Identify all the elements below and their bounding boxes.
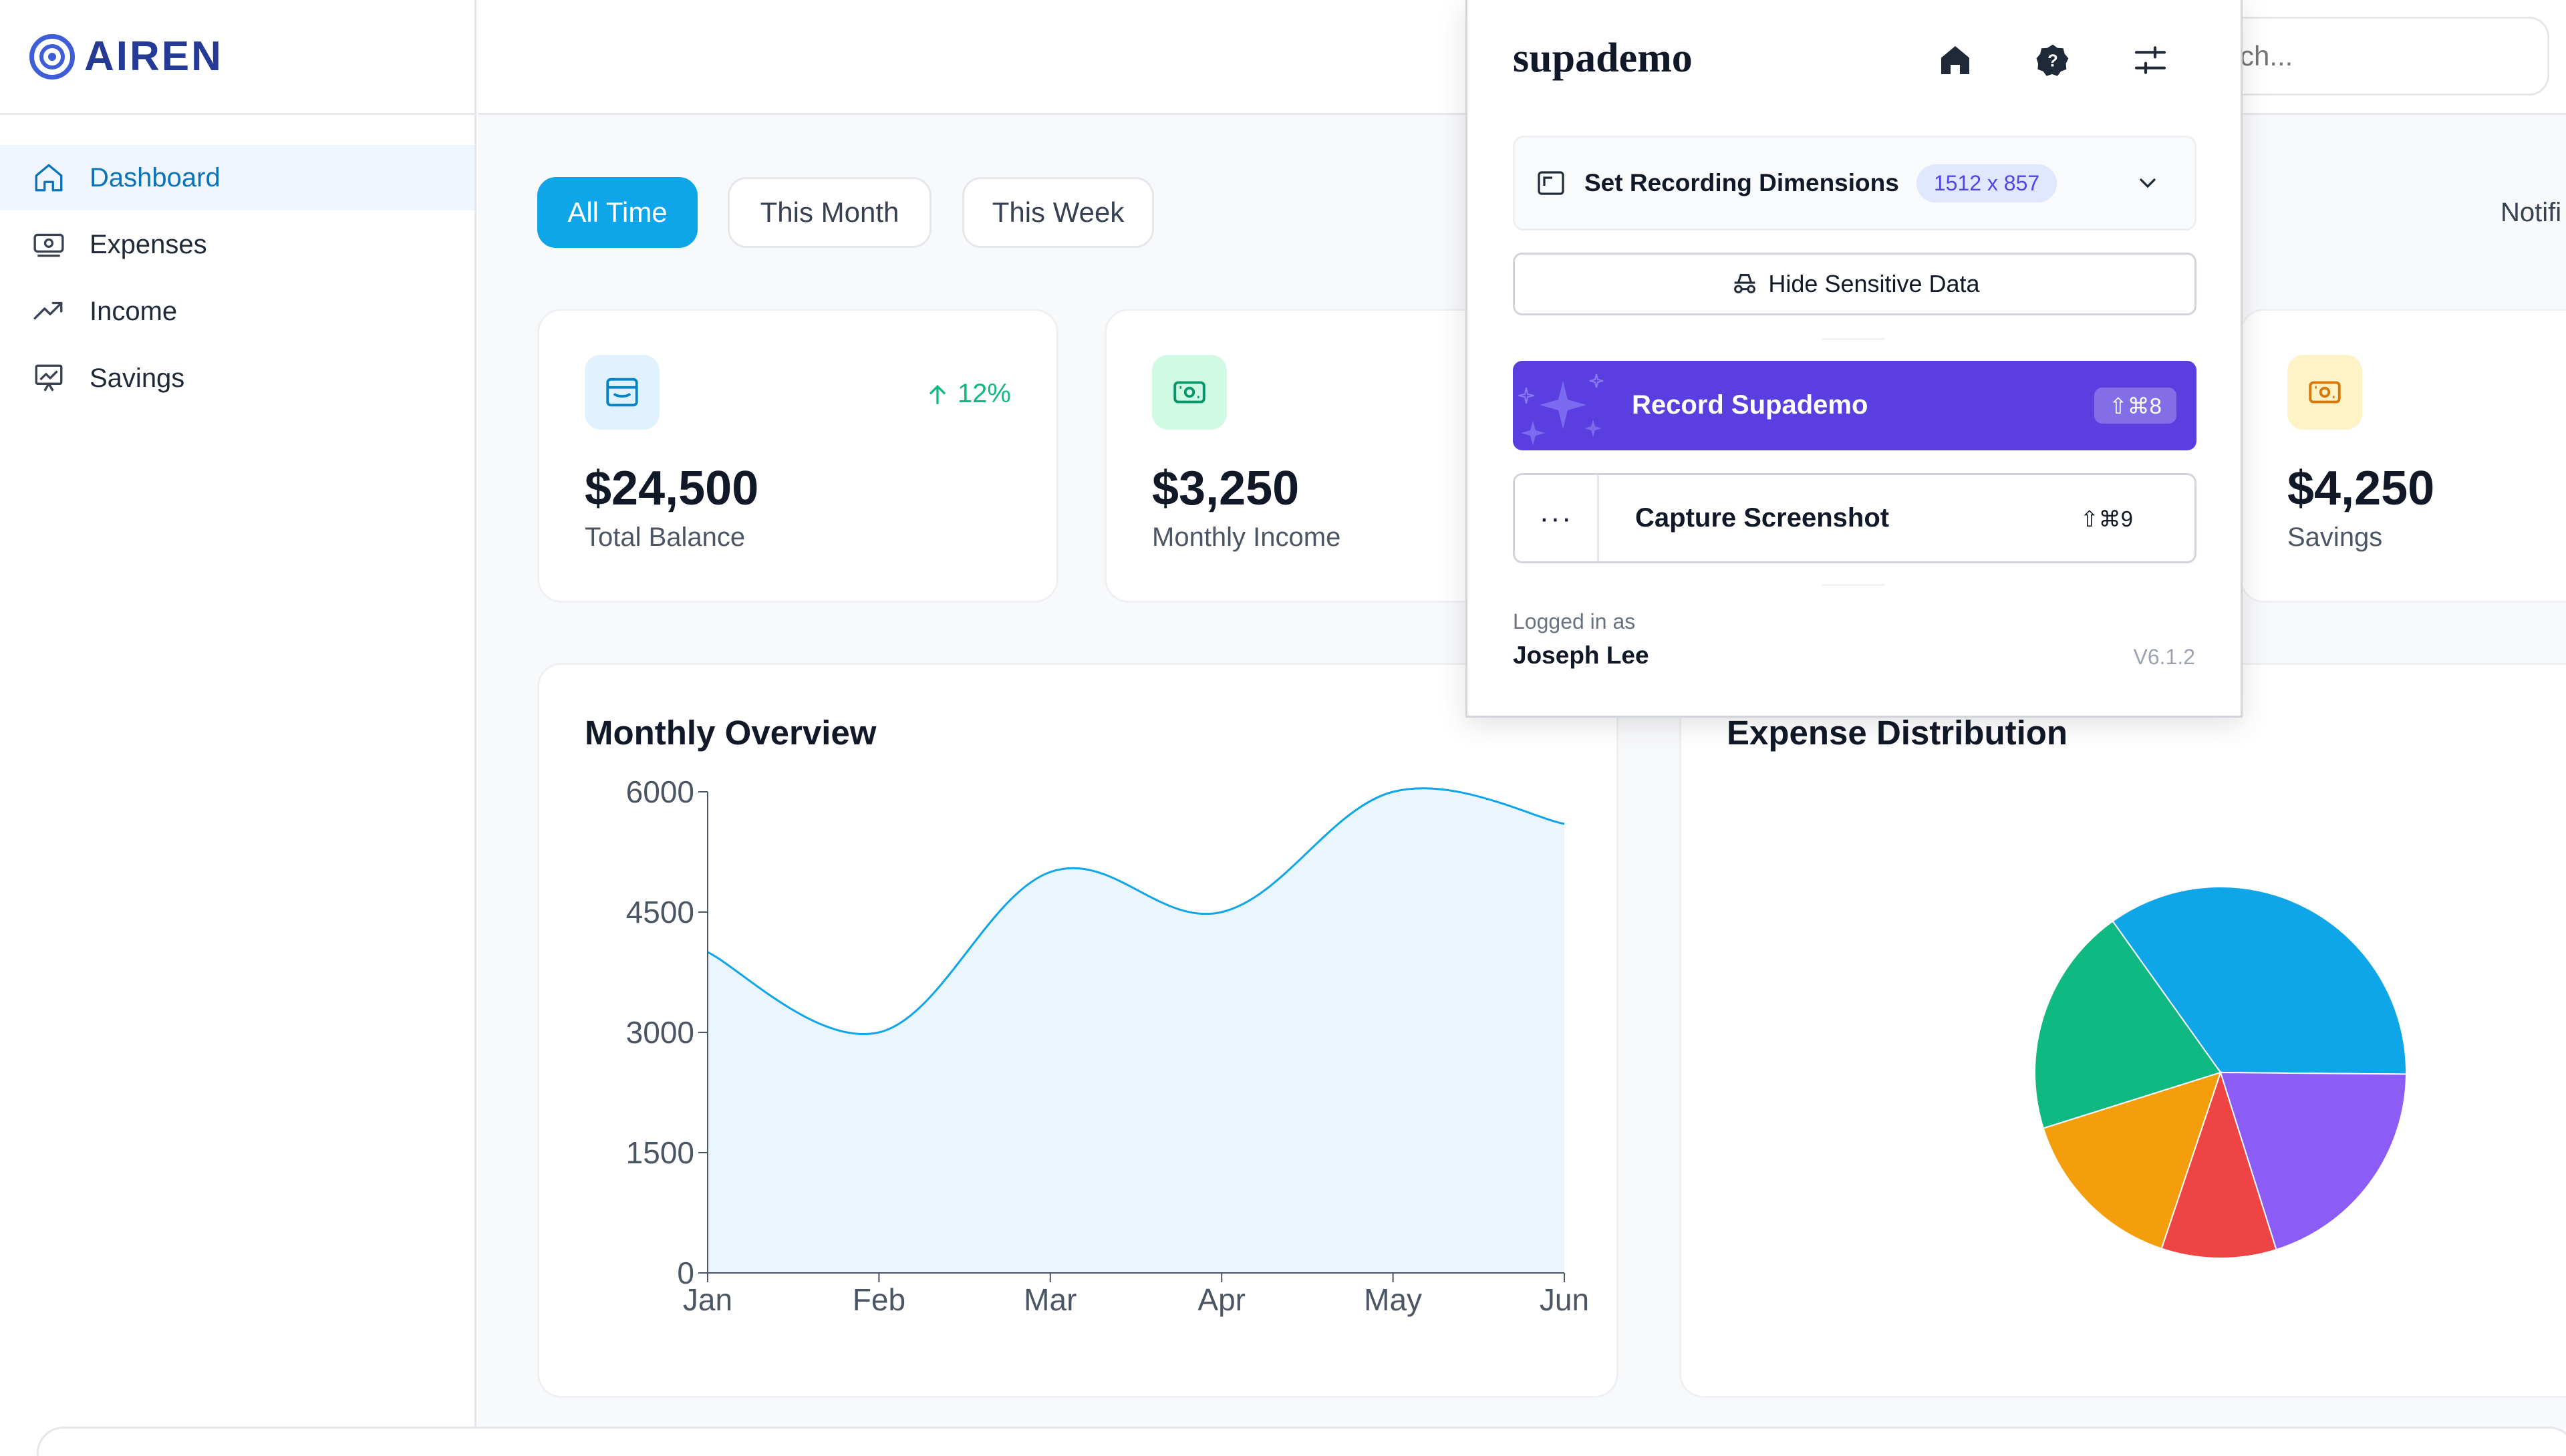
- money-icon-box: [1152, 355, 1227, 430]
- more-options-button[interactable]: ···: [1515, 475, 1599, 561]
- filter-this-week[interactable]: This Week: [962, 177, 1154, 248]
- logged-in-label: Logged in as: [1513, 609, 1636, 633]
- filter-this-month[interactable]: This Month: [728, 177, 932, 248]
- svg-text:?: ?: [2047, 51, 2058, 70]
- resize-icon: [1538, 171, 1564, 195]
- capture-label: Capture Screenshot: [1635, 503, 1890, 533]
- chevron-down-icon: [2140, 178, 2156, 188]
- y-tick-label: 1500: [626, 1135, 694, 1170]
- sidebar-item-expenses[interactable]: Expenses: [0, 212, 474, 277]
- settings-button[interactable]: [2130, 40, 2170, 80]
- sidebar-item-savings[interactable]: Savings: [0, 345, 474, 411]
- supademo-logo: supademo: [1513, 35, 1693, 81]
- stat-card-savings: $4,250 Savings: [2240, 309, 2566, 603]
- supademo-popup: supademo ? Set Recording Dimensions 1512…: [1465, 0, 2243, 718]
- x-tick-label: Mar: [1024, 1282, 1077, 1317]
- capture-screenshot-button[interactable]: ··· Capture Screenshot ⇧⌘9: [1513, 473, 2196, 563]
- cash-icon: [2309, 381, 2341, 404]
- stat-card-total-balance: 12% $24,500 Total Balance: [537, 309, 1058, 603]
- help-icon: ?: [2036, 44, 2069, 76]
- sliders-icon: [2134, 46, 2166, 74]
- savings-value: $4,250: [2287, 462, 2435, 515]
- y-tick-label: 6000: [626, 774, 694, 809]
- brand-logo[interactable]: AIREN: [0, 0, 474, 115]
- recording-dimensions-select[interactable]: Set Recording Dimensions 1512 x 857: [1513, 136, 2196, 231]
- user-name: Joseph Lee: [1513, 641, 1649, 669]
- search-input[interactable]: [2208, 17, 2549, 96]
- home-icon: [1941, 46, 1969, 74]
- sidebar-nav: Dashboard Expenses Income Savings: [0, 145, 474, 411]
- monthly-overview-chart: 01500300045006000Jan Feb Mar Apr May Jun: [626, 774, 1589, 1317]
- filter-all-time[interactable]: All Time: [537, 177, 698, 248]
- wallet-icon-box: [585, 355, 660, 430]
- version-label: V6.1.2: [2133, 645, 2195, 669]
- airen-logo-icon: [29, 33, 75, 80]
- x-tick-label: Feb: [853, 1282, 905, 1317]
- x-tick-label: Jun: [1540, 1282, 1589, 1317]
- y-tick-label: 4500: [626, 895, 694, 929]
- arrow-up-icon: [930, 384, 946, 404]
- total-balance-label: Total Balance: [585, 523, 746, 552]
- trend-up-icon: [33, 301, 63, 320]
- monthly-income-label: Monthly Income: [1152, 523, 1341, 552]
- y-tick-label: 3000: [626, 1015, 694, 1050]
- wallet-icon: [606, 378, 638, 407]
- trend-badge: 12%: [924, 379, 1011, 409]
- sidebar-item-dashboard[interactable]: Dashboard: [0, 145, 474, 210]
- bottom-bar: [37, 1427, 2566, 1456]
- money-icon: [33, 233, 64, 257]
- record-supademo-button[interactable]: Record Supademo ⇧⌘8: [1513, 361, 2196, 450]
- record-shortcut: ⇧⌘8: [2094, 388, 2176, 424]
- sidebar-item-label: Savings: [90, 363, 185, 393]
- home-icon: [35, 164, 63, 192]
- home-button[interactable]: [1935, 40, 1975, 80]
- expense-distribution-chart: [2034, 886, 2407, 1259]
- hide-sensitive-label: Hide Sensitive Data: [1768, 270, 1980, 297]
- cash-icon: [1173, 381, 1205, 404]
- x-tick-label: Apr: [1197, 1282, 1246, 1317]
- incognito-icon: [1734, 274, 1756, 293]
- sidebar-item-label: Dashboard: [90, 162, 221, 192]
- sidebar-item-label: Income: [90, 296, 178, 326]
- search-field[interactable]: [2231, 40, 2547, 72]
- sidebar: AIREN Dashboard Expenses Income Savings: [0, 0, 476, 1456]
- savings-icon-box: [2287, 355, 2362, 430]
- monthly-income-value: $3,250: [1152, 462, 1300, 515]
- chart-board-icon: [35, 364, 63, 392]
- notifications-link[interactable]: Notifi: [2501, 198, 2561, 228]
- record-label: Record Supademo: [1632, 390, 1868, 420]
- divider: [1822, 338, 1884, 340]
- sidebar-item-income[interactable]: Income: [0, 279, 474, 344]
- savings-label: Savings: [2287, 523, 2383, 552]
- capture-shortcut: ⇧⌘9: [2080, 506, 2133, 531]
- total-balance-value: $24,500: [585, 462, 759, 515]
- monthly-overview-card: Monthly Overview 0 1500 3000 4500 6000 Jan Feb…: [537, 663, 1618, 1398]
- x-tick-label: May: [1364, 1282, 1422, 1317]
- dimensions-label: Set Recording Dimensions: [1584, 169, 1899, 196]
- dimensions-badge: 1512 x 857: [1916, 164, 2057, 202]
- x-tick-label: Jan: [683, 1282, 732, 1317]
- monthly-overview-title: Monthly Overview: [585, 714, 877, 752]
- sparkles-icon: [1518, 374, 1604, 445]
- hide-sensitive-data-button[interactable]: Hide Sensitive Data: [1513, 253, 2196, 315]
- sidebar-item-label: Expenses: [90, 229, 207, 259]
- expense-distribution-card: Expense Distribution: [1679, 663, 2566, 1398]
- trend-value: 12%: [957, 379, 1011, 408]
- help-button[interactable]: ?: [2033, 40, 2073, 80]
- brand-name: AIREN: [84, 33, 223, 80]
- divider: [1822, 584, 1884, 586]
